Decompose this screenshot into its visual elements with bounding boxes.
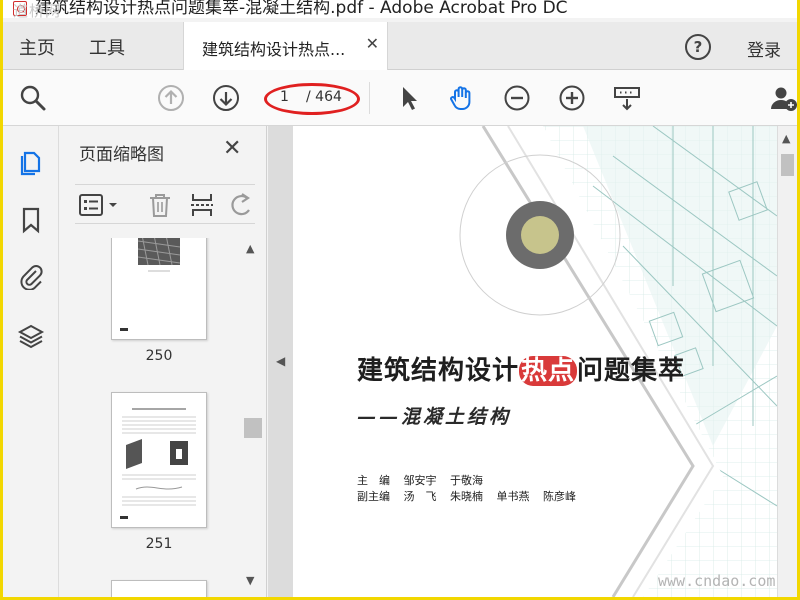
hand-tool-icon[interactable] [448, 84, 476, 112]
login-button[interactable]: 登录 [747, 36, 781, 61]
scroll-down-arrow[interactable]: ▼ [246, 574, 254, 587]
thumbnail-preview [120, 238, 181, 331]
book-title-highlight: 热点 [519, 356, 578, 386]
deputy-name: 陈彦峰 [543, 490, 576, 503]
book-title-part2: 问题集萃 [577, 356, 686, 386]
search-icon[interactable] [19, 84, 47, 112]
zoom-out-icon[interactable] [503, 84, 531, 112]
close-tab-icon[interactable]: ✕ [366, 34, 379, 53]
scroll-thumb[interactable] [781, 154, 794, 176]
document-scrollbar[interactable]: ▲ [778, 126, 797, 597]
delete-page-icon[interactable] [147, 192, 173, 218]
select-cursor-icon[interactable] [395, 84, 423, 112]
panel-title: 页面缩略图 [79, 145, 164, 165]
tools-tab[interactable]: 工具 [89, 34, 125, 60]
window-title: 建筑结构设计热点问题集萃-混凝土结构.pdf - Adobe Acrobat P… [35, 0, 568, 18]
scroll-thumb[interactable] [244, 418, 262, 438]
insert-page-icon[interactable] [189, 192, 215, 218]
layers-icon[interactable] [17, 322, 45, 350]
document-view: ◀ 建筑结构设计热点问题集萃 ——混凝土结构 主 编 邹安宇 于敬海 副主编 汤… [268, 126, 797, 597]
scroll-up-arrow[interactable]: ▲ [782, 132, 790, 145]
book-title-part1: 建筑结构设计 [357, 356, 520, 386]
page-display-icon[interactable] [613, 84, 641, 112]
editors-line: 主 编 邹安宇 于敬海 [357, 472, 493, 488]
deputy-name: 单书燕 [496, 490, 530, 503]
close-panel-icon[interactable]: ✕ [223, 136, 241, 161]
toolbar: 1 / 464 [3, 70, 797, 126]
thumbnail-options-icon[interactable] [79, 193, 123, 217]
acrobat-window: 建筑结构设计热点问题集萃-混凝土结构.pdf - Adobe Acrobat P… [3, 0, 797, 597]
tab-bar: 主页 工具 建筑结构设计热点... ✕ ? 登录 [3, 22, 797, 70]
deputy-name: 朱晓楠 [450, 490, 483, 503]
site-watermark: 道桥网 [13, 2, 62, 20]
add-user-icon[interactable] [769, 84, 797, 112]
document-tab[interactable]: 建筑结构设计热点... ✕ [183, 22, 388, 70]
zoom-in-icon[interactable] [558, 84, 586, 112]
editor-name: 于敬海 [450, 474, 483, 487]
book-title: 建筑结构设计热点问题集萃 [357, 350, 685, 387]
page-thumbnails-icon[interactable] [17, 148, 45, 176]
pdf-page: 建筑结构设计热点问题集萃 ——混凝土结构 主 编 邹安宇 于敬海 副主编 汤 飞… [293, 126, 777, 597]
collapse-panel-arrow[interactable]: ◀ [276, 354, 285, 368]
book-subtitle: ——混凝土结构 [357, 406, 512, 428]
site-watermark-url: www.cndao.com [658, 572, 776, 590]
previous-page-icon[interactable] [157, 84, 185, 112]
red-annotation-ellipse [264, 83, 360, 115]
document-tab-label: 建筑结构设计热点... [202, 40, 346, 59]
deputy-name: 汤 飞 [403, 490, 437, 503]
thumbnail-page-number: 251 [145, 536, 173, 552]
help-icon[interactable]: ? [685, 34, 711, 60]
home-tab[interactable]: 主页 [19, 34, 55, 60]
editor-name: 邹安宇 [403, 474, 437, 487]
title-bar: 建筑结构设计热点问题集萃-混凝土结构.pdf - Adobe Acrobat P… [3, 0, 797, 18]
bookmark-icon[interactable] [17, 206, 45, 234]
thumbnail-preview [120, 408, 196, 519]
thumbnail-toolbar [75, 184, 255, 224]
scroll-up-arrow[interactable]: ▲ [246, 242, 254, 255]
attachment-icon[interactable] [17, 262, 45, 290]
thumbnail-page-250[interactable] [111, 238, 207, 340]
toolbar-divider [369, 82, 370, 114]
thumbnail-page-251[interactable] [111, 392, 207, 528]
rotate-page-icon[interactable] [229, 192, 253, 218]
thumbnail-list: 250 251 [59, 238, 267, 597]
thumbnail-page-number: 250 [145, 348, 173, 364]
editor-role: 主 编 [357, 474, 390, 487]
deputy-role: 副主编 [357, 490, 390, 503]
next-page-icon[interactable] [212, 84, 240, 112]
deputy-editors-line: 副主编 汤 飞 朱晓楠 单书燕 陈彦峰 [357, 488, 586, 504]
thumbnail-page-next[interactable] [111, 580, 207, 597]
thumbnail-scrollbar[interactable]: ▲ ▼ [244, 238, 262, 597]
thumbnails-panel: 页面缩略图 ✕ 250 251 ▲ ▼ [59, 126, 267, 597]
navigation-rail [3, 126, 59, 597]
